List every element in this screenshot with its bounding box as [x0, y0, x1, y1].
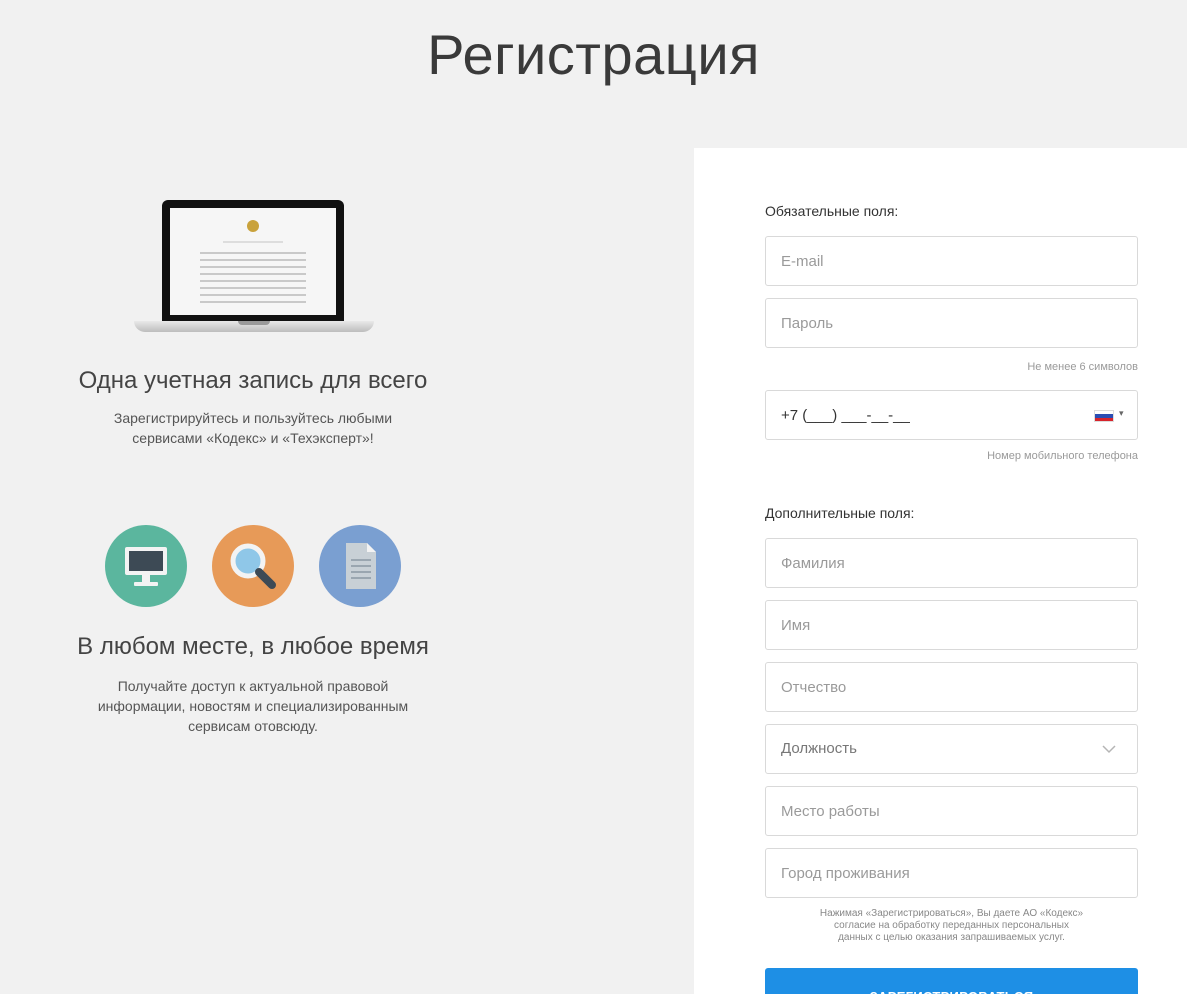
- chevron-down-icon[interactable]: ▾: [1119, 408, 1124, 419]
- position-select-value: Должность: [781, 740, 857, 757]
- doc-line: [200, 273, 306, 275]
- consent-line: согласие на обработку переданных персона…: [834, 920, 1069, 931]
- doc-line: [200, 287, 306, 289]
- firstname-field[interactable]: [765, 600, 1138, 650]
- lastname-field[interactable]: [765, 538, 1138, 588]
- promo-text-line: информации, новостям и специализированны…: [97, 698, 409, 714]
- doc-line: [200, 259, 306, 261]
- chevron-down-icon: [1102, 745, 1116, 754]
- promo-text-line: Зарегистрируйтесь и пользуйтесь любыми: [113, 410, 393, 426]
- position-select[interactable]: Должность: [765, 724, 1138, 774]
- consent-line: Нажимая «Зарегистрироваться», Вы даете А…: [819, 908, 1084, 919]
- doc-line: [200, 301, 306, 303]
- password-hint: Не менее 6 символов: [1027, 361, 1138, 373]
- laptop-screen-frame: [162, 200, 344, 323]
- doc-line: [223, 241, 283, 243]
- workplace-field[interactable]: [765, 786, 1138, 836]
- emblem-icon: [247, 220, 259, 232]
- promo-heading-anywhere: В любом месте, в любое время: [77, 633, 429, 660]
- russia-flag-icon[interactable]: [1094, 410, 1114, 422]
- document-icon: [319, 525, 401, 607]
- promo-heading-account: Одна учетная запись для всего: [78, 367, 428, 394]
- required-fields-label: Обязательные поля:: [765, 203, 899, 219]
- monitor-icon: [105, 525, 187, 607]
- laptop-illustration: [134, 200, 374, 334]
- doc-line: [200, 266, 306, 268]
- phone-hint: Номер мобильного телефона: [987, 450, 1138, 462]
- consent-line: данных с целью оказания запрашиваемых ус…: [838, 932, 1065, 943]
- register-button[interactable]: ЗАРЕГИСТРИРОВАТЬСЯ: [765, 968, 1138, 994]
- doc-line: [200, 252, 306, 254]
- promo-text-line: сервисам отовсюду.: [188, 718, 318, 734]
- promo-text-line: сервисами «Кодекс» и «Техэксперт»!: [132, 430, 374, 446]
- consent-text: Нажимая «Зарегистрироваться», Вы даете А…: [765, 908, 1138, 944]
- email-field[interactable]: [765, 236, 1138, 286]
- city-field[interactable]: [765, 848, 1138, 898]
- laptop-screen: [170, 208, 336, 315]
- doc-line: [200, 294, 306, 296]
- promo-text-line: Получайте доступ к актуальной правовой: [117, 678, 389, 694]
- laptop-notch: [238, 321, 270, 325]
- password-field[interactable]: [765, 298, 1138, 348]
- phone-field[interactable]: [765, 390, 1138, 440]
- middlename-field[interactable]: [765, 662, 1138, 712]
- optional-fields-label: Дополнительные поля:: [765, 505, 915, 521]
- doc-line: [200, 280, 306, 282]
- search-icon: [212, 525, 294, 607]
- page-title: Регистрация: [427, 23, 760, 86]
